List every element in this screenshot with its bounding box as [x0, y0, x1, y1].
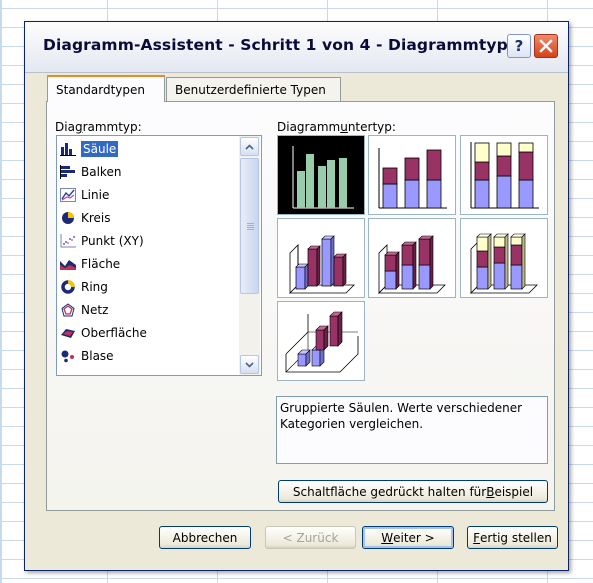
subtype-3d-column[interactable]: [277, 301, 365, 381]
list-item-bar[interactable]: Balken: [59, 161, 234, 182]
list-item-scatter[interactable]: Punkt (XY): [59, 230, 234, 251]
3d-stacked-column-icon: [378, 235, 446, 294]
list-item-surface[interactable]: Oberfläche: [59, 322, 234, 343]
chevron-up-icon: [245, 143, 254, 150]
line-chart-icon: [59, 187, 77, 203]
back-button[interactable]: < Zurück: [265, 526, 356, 549]
100-stacked-column-icon: [470, 142, 539, 209]
scroll-thumb[interactable]: [240, 158, 259, 294]
close-icon: [539, 39, 553, 53]
list-item-area[interactable]: Fläche: [59, 253, 234, 274]
subtype-clustered-column[interactable]: [277, 135, 365, 215]
dialog-title: Diagramm-Assistent - Schritt 1 von 4 - D…: [43, 36, 508, 54]
chart-type-label: Diagrammtyp:: [55, 120, 142, 134]
tab-standard-types[interactable]: Standardtypen: [47, 75, 165, 102]
bar-chart-icon: [59, 164, 77, 180]
list-item-radar[interactable]: Netz: [59, 299, 234, 320]
3d-clustered-column-icon: [289, 235, 355, 294]
bubble-chart-icon: [59, 348, 77, 364]
chart-subtype-label: Diagrammuntertyp:: [277, 120, 396, 134]
list-item-doughnut[interactable]: Ring: [59, 276, 234, 297]
chart-wizard-dialog: Diagramm-Assistent - Schritt 1 von 4 - D…: [24, 21, 569, 571]
clustered-column-icon: [292, 146, 354, 209]
close-button[interactable]: [534, 34, 558, 58]
tab-custom-types[interactable]: Benutzerdefinierte Typen: [166, 77, 341, 101]
stacked-column-icon: [378, 148, 447, 209]
next-button[interactable]: Weiter >: [362, 526, 454, 549]
list-item-line[interactable]: Linie: [59, 184, 234, 205]
area-chart-icon: [59, 256, 77, 272]
pie-chart-icon: [59, 210, 77, 226]
list-scrollbar[interactable]: [239, 136, 260, 375]
title-bar: Diagramm-Assistent - Schritt 1 von 4 - D…: [25, 22, 568, 73]
3d-100-stacked-column-icon: [470, 233, 538, 294]
list-item-pie[interactable]: Kreis: [59, 207, 234, 228]
subtype-stacked-column[interactable]: [368, 135, 456, 215]
help-button[interactable]: ?: [507, 34, 531, 58]
radar-chart-icon: [59, 302, 77, 318]
doughnut-chart-icon: [59, 279, 77, 295]
3d-column-icon: [285, 311, 359, 373]
subtype-3d-clustered-column[interactable]: [277, 218, 365, 298]
chart-type-list[interactable]: Säule Balken Linie Kreis Punkt (XY) Fläc: [56, 135, 262, 376]
chevron-down-icon: [245, 361, 254, 368]
scroll-down-button[interactable]: [240, 355, 259, 374]
cancel-button[interactable]: Abbrechen: [159, 526, 251, 549]
scroll-up-button[interactable]: [240, 137, 259, 156]
subtype-3d-stacked-column[interactable]: [368, 218, 456, 298]
press-and-hold-example-button[interactable]: Schaltfläche gedrückt halten für Beispie…: [278, 480, 548, 503]
subtype-description: Gruppierte Säulen. Werte verschiedener K…: [276, 396, 548, 464]
subtype-100-stacked-column[interactable]: [460, 135, 548, 215]
list-item-column[interactable]: Säule: [59, 138, 234, 159]
surface-chart-icon: [59, 325, 77, 341]
finish-button[interactable]: Fertig stellen: [467, 526, 558, 549]
subtype-3d-100-stacked-column[interactable]: [460, 218, 548, 298]
list-item-bubble[interactable]: Blase: [59, 345, 234, 366]
column-chart-icon: [59, 141, 77, 157]
scatter-chart-icon: [59, 233, 77, 249]
chart-subtype-grid: [277, 135, 548, 381]
